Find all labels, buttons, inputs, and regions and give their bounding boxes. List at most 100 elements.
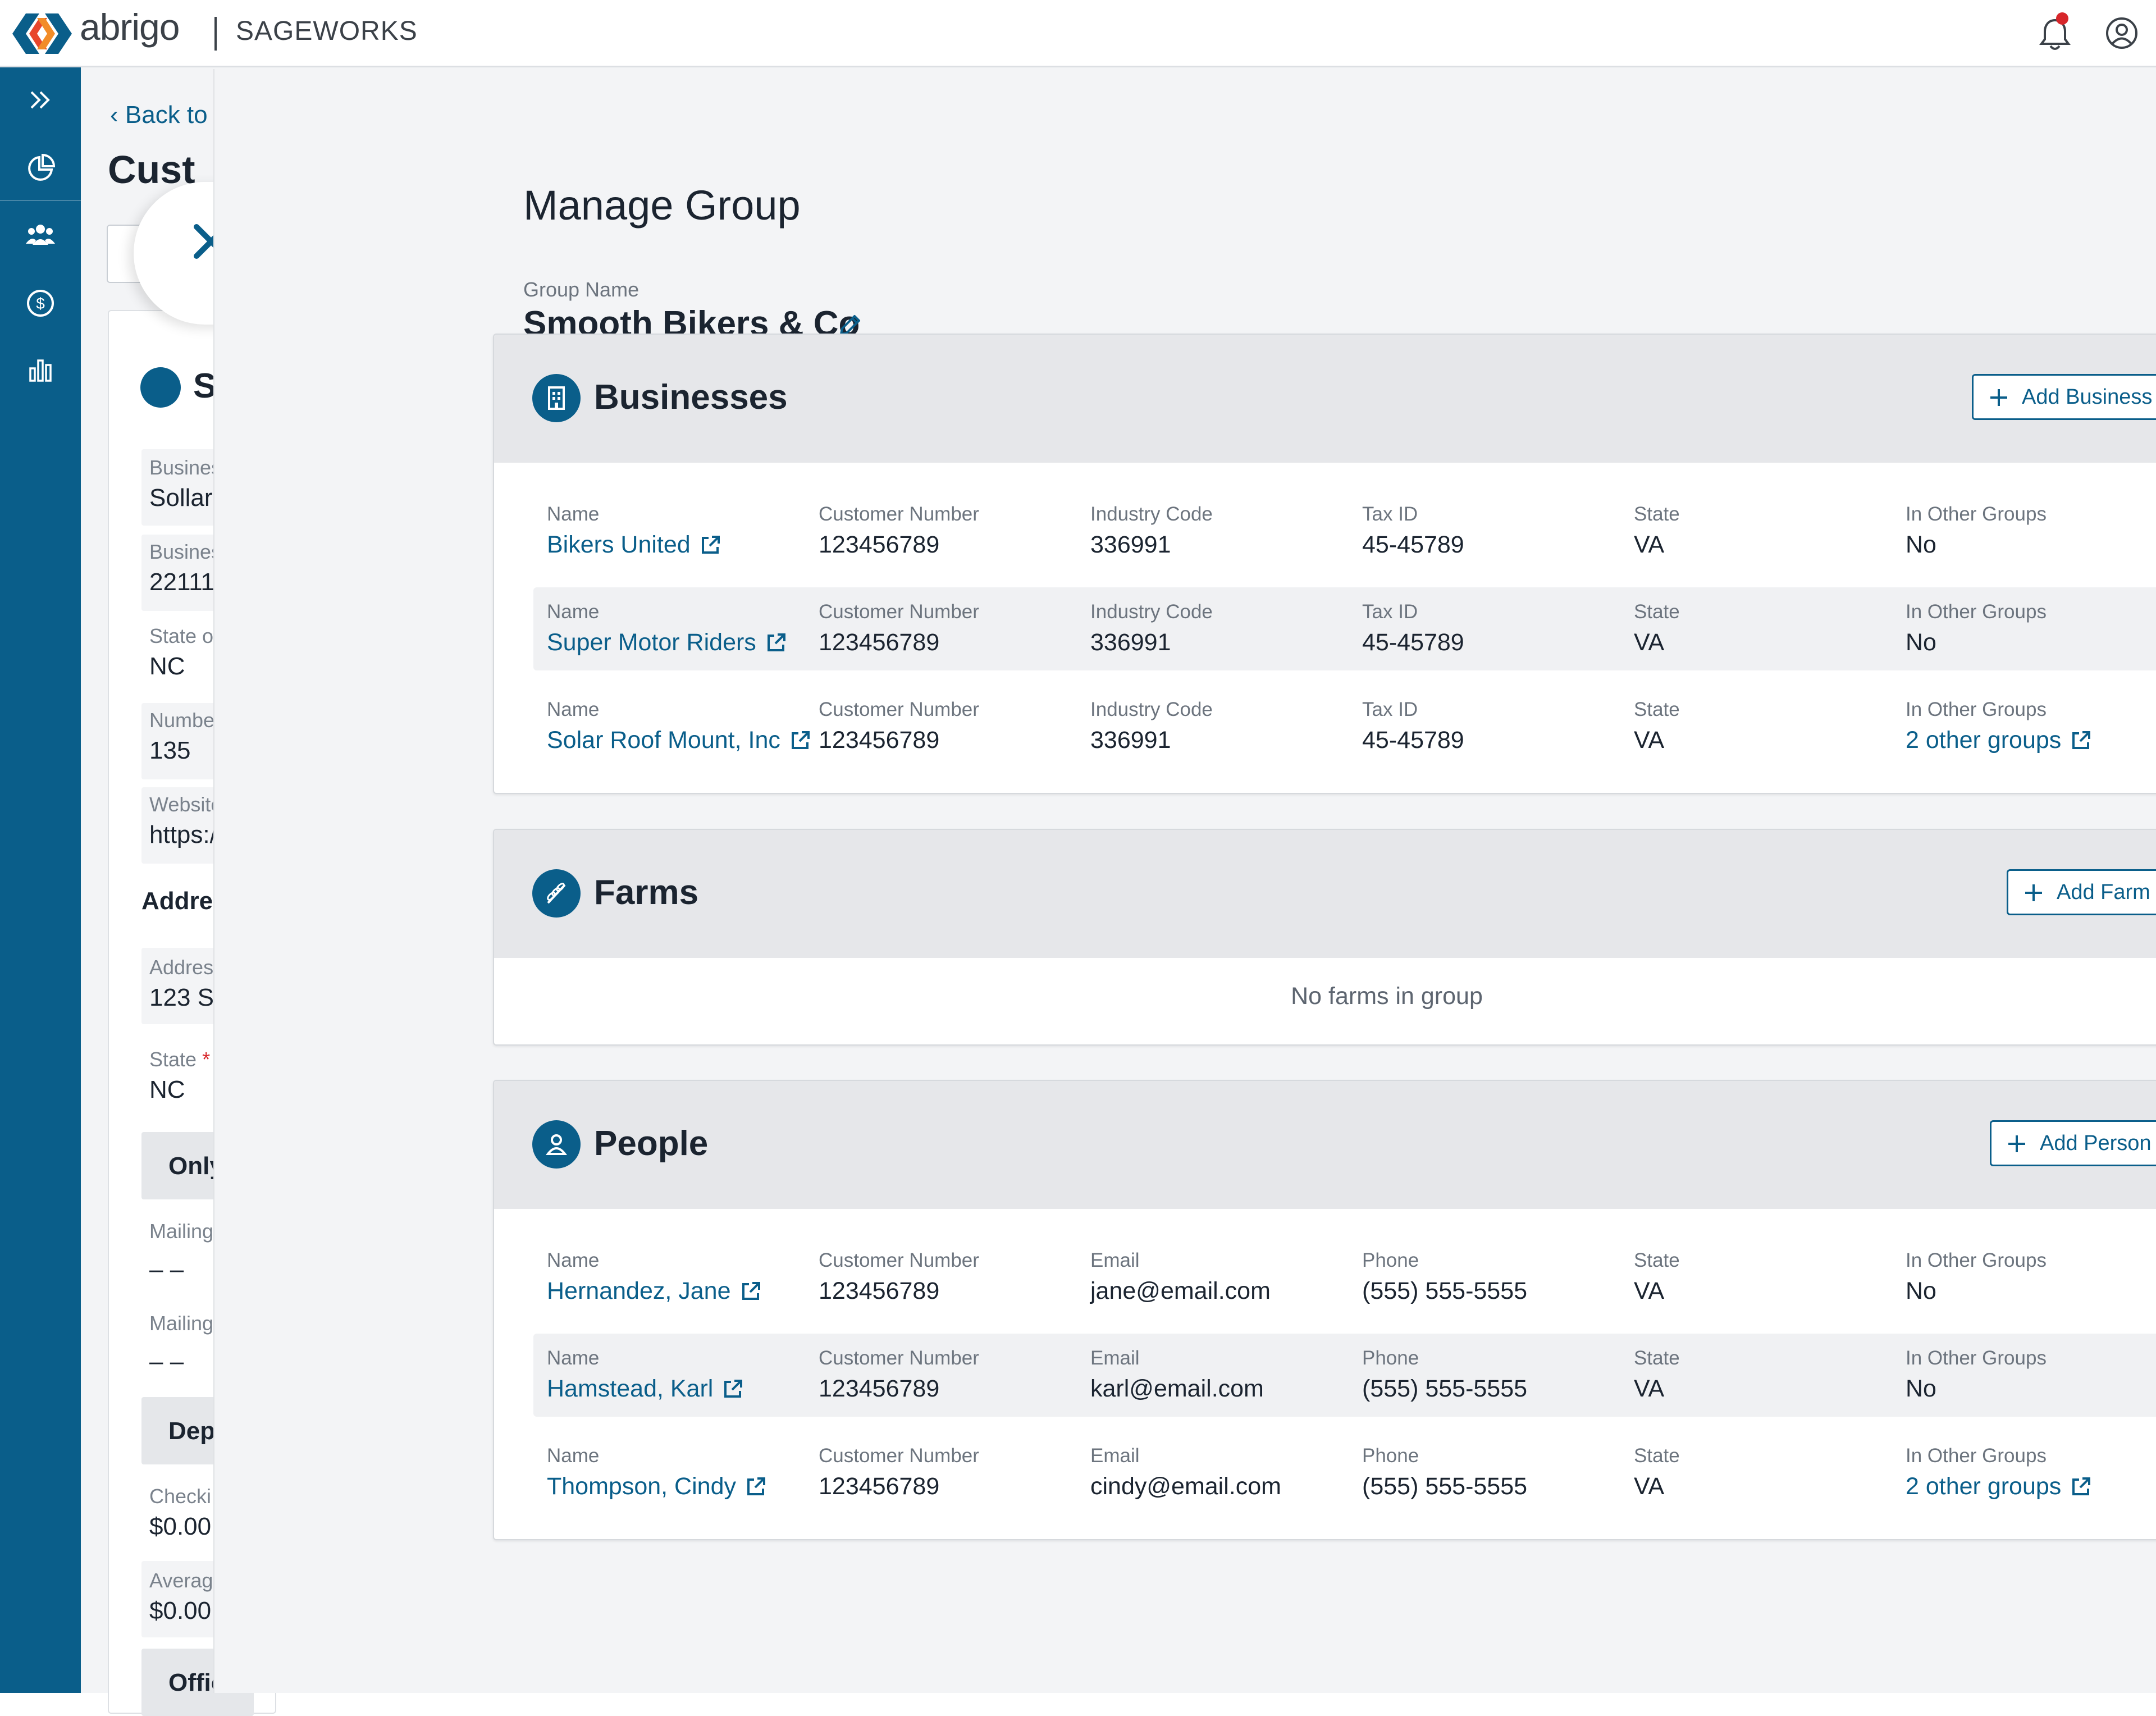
table-cell: Customer Number 123456789 xyxy=(819,1445,979,1500)
manage-group-drawer: Manage Group Group Name Smooth Bikers & … xyxy=(213,69,2156,1693)
cell-value: VA xyxy=(1634,629,1665,656)
add-person-button[interactable]: Add Person to Group xyxy=(1990,1120,2156,1166)
column-label: State xyxy=(1634,1445,1680,1467)
column-label: In Other Groups xyxy=(1906,1347,2047,1369)
field-label: State o xyxy=(149,624,214,647)
field-label: Checki xyxy=(149,1485,212,1508)
column-label: Tax ID xyxy=(1362,601,1418,623)
cell-value: 336991 xyxy=(1090,629,1171,656)
column-label: In Other Groups xyxy=(1906,1445,2047,1467)
column-label: State xyxy=(1634,1249,1680,1271)
name-link[interactable]: Hernandez, Jane xyxy=(547,1277,761,1305)
column-label: Tax ID xyxy=(1362,503,1418,525)
user-account-icon[interactable] xyxy=(2105,17,2138,49)
cell-value: (555) 555-5555 xyxy=(1362,1375,1528,1402)
name-text: Hernandez, Jane xyxy=(547,1277,731,1304)
cell-value: No xyxy=(1906,1375,1936,1402)
dollar-icon[interactable]: $ xyxy=(25,287,56,319)
add-farm-button[interactable]: Add Farm to Group xyxy=(2007,869,2156,915)
expand-icon[interactable] xyxy=(25,84,56,116)
table-cell: Name Hernandez, Jane xyxy=(547,1249,761,1305)
name-link[interactable]: Hamstead, Karl xyxy=(547,1375,743,1403)
brand-divider xyxy=(214,17,217,51)
cell-value: cindy@email.com xyxy=(1090,1473,1281,1500)
column-label: In Other Groups xyxy=(1906,1249,2047,1271)
table-cell: Phone (555) 555-5555 xyxy=(1362,1445,1527,1500)
table-cell: Phone (555) 555-5555 xyxy=(1362,1249,1527,1305)
group-name-label: Group Name xyxy=(523,278,640,301)
required-mark: * xyxy=(202,1048,211,1071)
people-icon[interactable] xyxy=(25,219,56,250)
name-text: Solar Roof Mount, Inc xyxy=(547,727,780,754)
table-cell: In Other Groups No xyxy=(1906,1249,2047,1305)
people-panel-header: People Add Person to Group xyxy=(494,1081,2156,1209)
cell-value: No xyxy=(1906,531,1936,558)
name-link[interactable]: Super Motor Riders xyxy=(547,629,787,656)
cell-value: 45-45789 xyxy=(1362,727,1464,754)
column-label: Email xyxy=(1090,1347,1140,1369)
table-cell: State VA xyxy=(1634,503,1680,559)
table-cell: Industry Code 336991 xyxy=(1090,601,1213,656)
chart-pie-icon[interactable] xyxy=(25,153,56,184)
table-cell: Name Bikers United xyxy=(547,503,721,559)
cell-value: VA xyxy=(1634,727,1665,754)
field-value: – – xyxy=(149,1256,184,1283)
external-link-icon xyxy=(701,535,720,554)
person-icon xyxy=(140,367,181,408)
farms-title: Farms xyxy=(594,873,699,912)
bar-chart-icon[interactable] xyxy=(25,354,56,385)
cell-value: (555) 555-5555 xyxy=(1362,1277,1528,1304)
table-cell: Industry Code 336991 xyxy=(1090,503,1213,559)
field-value: $0.00 xyxy=(149,1513,212,1540)
field-value: NC xyxy=(149,652,185,680)
businesses-panel: Businesses Add Business to Group Name Bik… xyxy=(493,334,2156,794)
add-business-button[interactable]: Add Business to Group xyxy=(1972,374,2156,420)
external-link-icon xyxy=(2072,731,2091,749)
table-cell: Customer Number 123456789 xyxy=(819,601,979,656)
column-label: Industry Code xyxy=(1090,503,1213,525)
table-cell: Name Solar Roof Mount, Inc xyxy=(547,699,811,754)
table-cell: Tax ID 45-45789 xyxy=(1362,601,1464,656)
field-label: Busines xyxy=(149,456,222,479)
cell-value: No xyxy=(1906,629,1936,656)
table-cell: In Other Groups 2 other groups xyxy=(1906,1445,2091,1500)
name-text: Super Motor Riders xyxy=(547,629,756,656)
cell-value: 123456789 xyxy=(819,531,940,558)
table-row: Name Hamstead, Karl Customer Number 1234567… xyxy=(533,1334,2156,1417)
people-title: People xyxy=(594,1124,709,1163)
name-link[interactable]: Bikers United xyxy=(547,531,721,559)
people-panel: People Add Person to Group Name Hernandez… xyxy=(493,1080,2156,1540)
column-label: Phone xyxy=(1362,1249,1419,1271)
notification-dot xyxy=(2056,12,2068,25)
other-groups-link[interactable]: 2 other groups xyxy=(1906,1473,2091,1500)
name-text: Thompson, Cindy xyxy=(547,1473,736,1500)
cell-value: 123456789 xyxy=(819,727,940,754)
name-link[interactable]: Solar Roof Mount, Inc xyxy=(547,727,811,754)
businesses-panel-header: Businesses Add Business to Group xyxy=(494,335,2156,463)
column-label: Name xyxy=(547,503,600,525)
external-link-icon xyxy=(724,1379,743,1398)
table-row: Name Thompson, Cindy Customer Number 123456… xyxy=(533,1431,2156,1514)
name-link[interactable]: Thompson, Cindy xyxy=(547,1473,766,1500)
back-link[interactable]: ‹ Back to xyxy=(110,101,208,129)
table-cell: Tax ID 45-45789 xyxy=(1362,503,1464,559)
table-cell: In Other Groups No xyxy=(1906,503,2047,559)
column-label: Customer Number xyxy=(819,1249,979,1271)
other-groups-link[interactable]: 2 other groups xyxy=(1906,727,2091,754)
nav-divider xyxy=(0,200,81,201)
cell-value: 123456789 xyxy=(819,629,940,656)
farms-empty-text: No farms in group xyxy=(1291,983,1483,1010)
cell-value: No xyxy=(1906,1277,1936,1304)
field-label: Website xyxy=(149,793,222,816)
external-link-icon xyxy=(747,1477,765,1495)
field-value: 22111 xyxy=(149,568,214,596)
svg-text:$: $ xyxy=(36,295,45,312)
column-label: State xyxy=(1634,699,1680,720)
column-label: Customer Number xyxy=(819,1347,979,1369)
left-nav: $ xyxy=(0,67,81,1693)
column-label: In Other Groups xyxy=(1906,601,2047,623)
column-label: In Other Groups xyxy=(1906,503,2047,525)
cell-value: karl@email.com xyxy=(1090,1375,1264,1402)
table-cell: In Other Groups No xyxy=(1906,1347,2047,1403)
table-cell: Name Hamstead, Karl xyxy=(547,1347,743,1403)
